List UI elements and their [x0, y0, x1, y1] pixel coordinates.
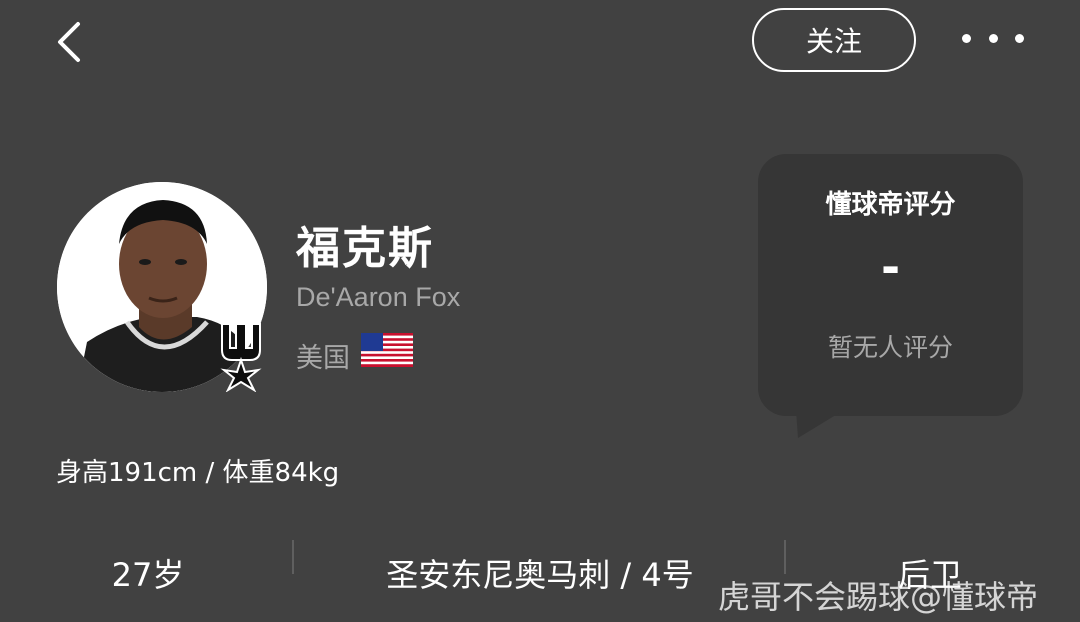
player-name-en: De'Aaron Fox	[296, 282, 461, 312]
follow-label: 关注	[805, 25, 862, 58]
player-body-info: 身高191cm / 体重84kg	[56, 458, 340, 488]
watermark: 虎哥不会踢球@懂球帝	[718, 578, 1039, 616]
spurs-logo-icon	[216, 320, 266, 393]
player-age: 27岁	[111, 556, 185, 594]
rating-empty-text: 暂无人评分	[827, 333, 953, 362]
follow-button[interactable]: 关注	[752, 8, 916, 72]
rating-title: 懂球帝评分	[825, 190, 956, 220]
player-country: 美国	[296, 343, 350, 374]
rating-value: -	[880, 240, 901, 294]
chevron-left-icon	[58, 22, 80, 62]
player-team-number[interactable]: 圣安东尼奥马刺 / 4号	[330, 550, 750, 596]
back-button[interactable]	[52, 20, 86, 64]
divider	[784, 540, 786, 574]
more-dots-icon	[962, 33, 1024, 43]
rating-card-tail	[796, 410, 844, 440]
us-flag-icon	[361, 333, 413, 367]
player-name-cn: 福克斯	[296, 223, 434, 274]
more-button[interactable]	[962, 22, 1024, 54]
divider	[292, 540, 294, 574]
